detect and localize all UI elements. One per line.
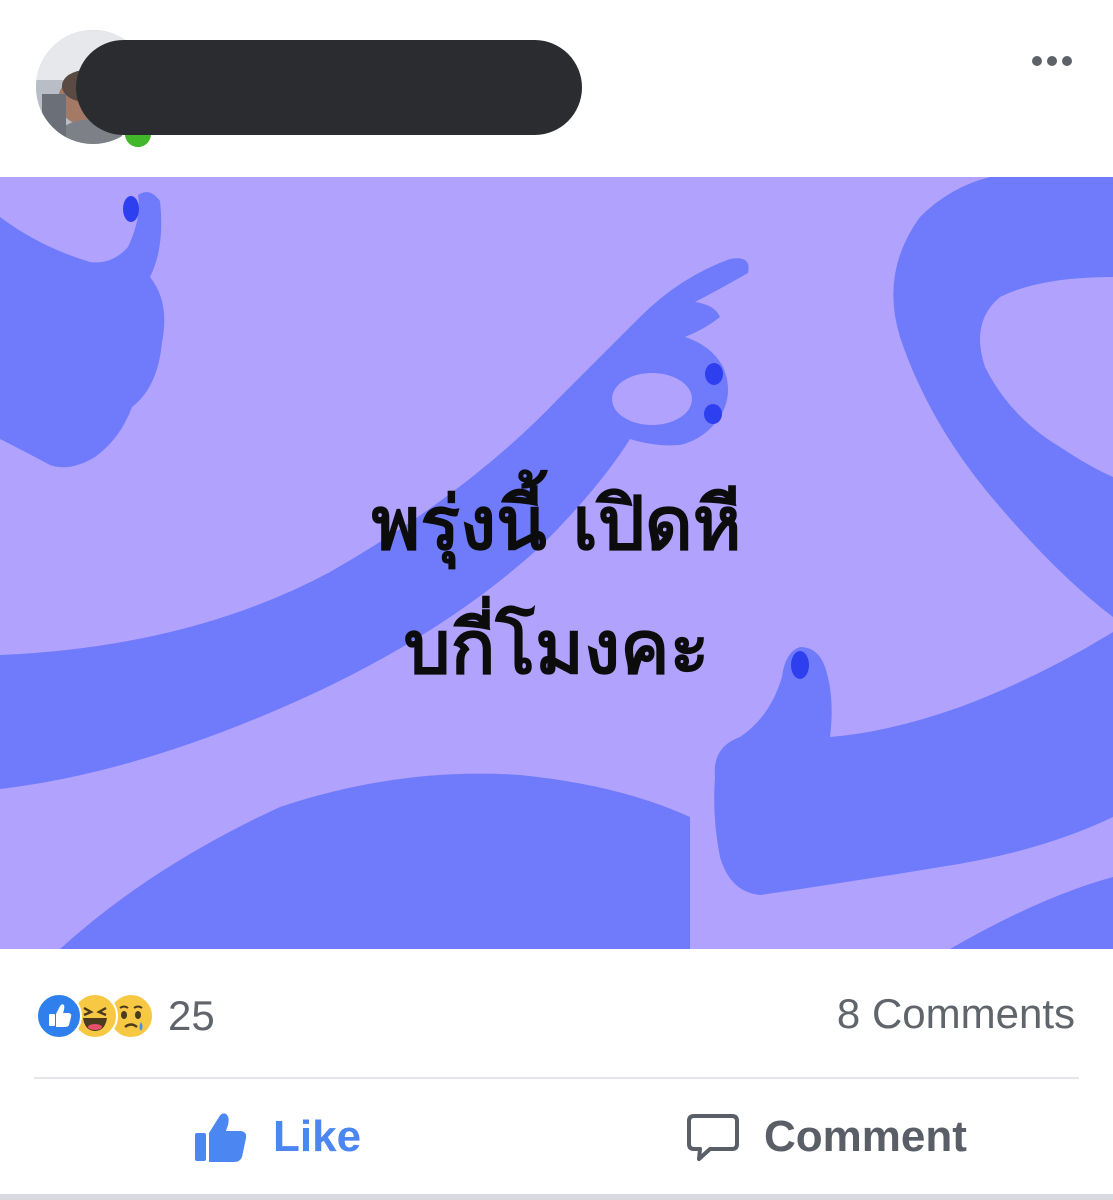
post-bottom-border (0, 1194, 1113, 1200)
more-dot (1062, 56, 1072, 66)
reactions-summary[interactable]: 25 (36, 992, 215, 1040)
comments-count-link[interactable]: 8 Comments (837, 990, 1075, 1038)
engagement-summary: 25 8 Comments (0, 950, 1113, 1077)
more-horizontal-icon (1032, 56, 1042, 66)
status-background-image[interactable]: พรุ่งนี้ เปิดหี บกี่โมงคะ (0, 177, 1113, 949)
comment-label: Comment (764, 1112, 967, 1161)
status-line: บกี่โมงคะ (403, 605, 710, 691)
status-line: พรุ่งนี้ เปิดหี (371, 481, 742, 567)
like-button[interactable]: Like (193, 1107, 361, 1167)
like-reaction-icon (36, 993, 82, 1039)
post-header (0, 0, 1113, 177)
like-label: Like (273, 1112, 362, 1161)
speech-bubble-icon (687, 1114, 739, 1161)
thumbs-up-icon (195, 1113, 247, 1162)
redacted-author-name[interactable] (76, 40, 582, 135)
post-action-bar: Like Comment (0, 1079, 1113, 1194)
more-options-button[interactable] (1022, 46, 1082, 76)
facebook-post: พรุ่งนี้ เปิดหี บกี่โมงคะ 25 8 Comments … (0, 0, 1113, 1200)
reaction-count: 25 (168, 992, 215, 1039)
more-dot (1047, 56, 1057, 66)
status-text: พรุ่งนี้ เปิดหี บกี่โมงคะ (200, 462, 913, 710)
comment-button[interactable]: Comment (686, 1107, 967, 1167)
